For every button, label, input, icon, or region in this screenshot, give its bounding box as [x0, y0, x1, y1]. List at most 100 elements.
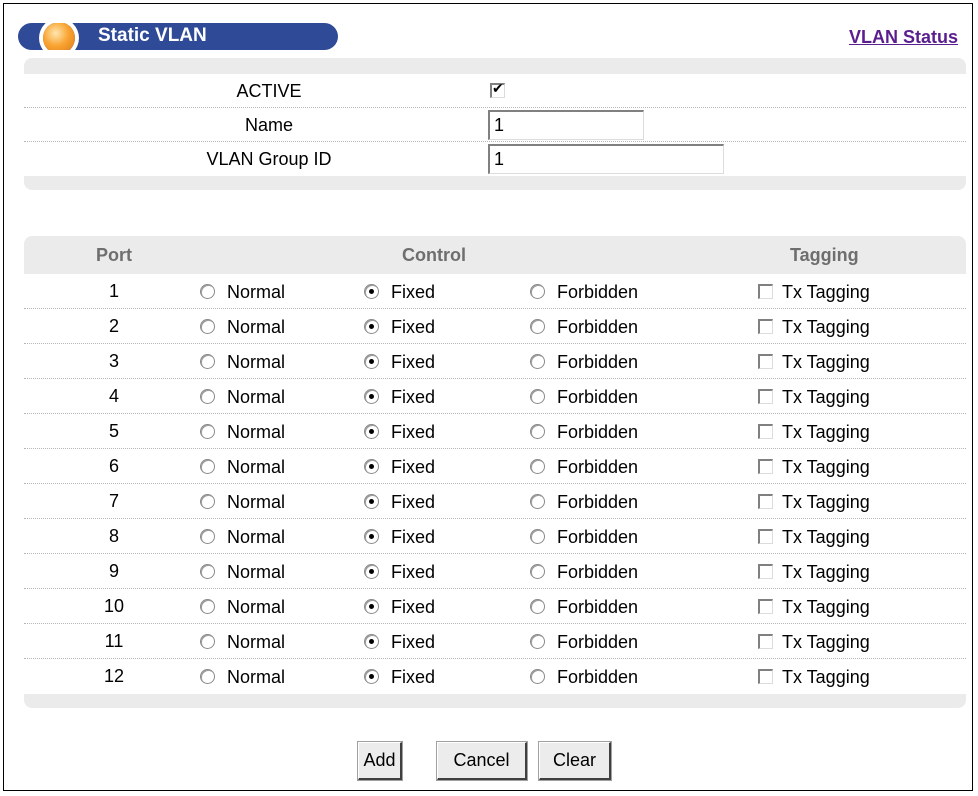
- control-option-fixed[interactable]: Fixed: [364, 352, 435, 373]
- control-option-fixed[interactable]: Fixed: [364, 282, 435, 303]
- radio-normal[interactable]: [200, 599, 215, 614]
- control-option-normal[interactable]: Normal: [200, 667, 285, 688]
- control-option-fixed[interactable]: Fixed: [364, 667, 435, 688]
- control-option-fixed[interactable]: Fixed: [364, 492, 435, 513]
- radio-forbidden[interactable]: [530, 459, 545, 474]
- radio-fixed[interactable]: [364, 319, 379, 334]
- tx-tagging-option[interactable]: Tx Tagging: [758, 597, 870, 618]
- control-option-normal[interactable]: Normal: [200, 632, 285, 653]
- radio-forbidden[interactable]: [530, 669, 545, 684]
- tx-tagging-option[interactable]: Tx Tagging: [758, 422, 870, 443]
- radio-normal[interactable]: [200, 669, 215, 684]
- tx-tagging-checkbox[interactable]: [758, 564, 773, 579]
- control-option-forbidden[interactable]: Forbidden: [530, 492, 638, 513]
- radio-fixed[interactable]: [364, 424, 379, 439]
- tx-tagging-checkbox[interactable]: [758, 634, 773, 649]
- radio-fixed[interactable]: [364, 389, 379, 404]
- tx-tagging-option[interactable]: Tx Tagging: [758, 492, 870, 513]
- tx-tagging-option[interactable]: Tx Tagging: [758, 317, 870, 338]
- control-option-normal[interactable]: Normal: [200, 352, 285, 373]
- radio-forbidden[interactable]: [530, 529, 545, 544]
- cancel-button[interactable]: Cancel: [436, 741, 528, 781]
- name-field[interactable]: [488, 110, 644, 140]
- tx-tagging-option[interactable]: Tx Tagging: [758, 387, 870, 408]
- radio-normal[interactable]: [200, 319, 215, 334]
- radio-normal[interactable]: [200, 494, 215, 509]
- control-option-forbidden[interactable]: Forbidden: [530, 282, 638, 303]
- radio-normal[interactable]: [200, 529, 215, 544]
- radio-fixed[interactable]: [364, 599, 379, 614]
- radio-fixed[interactable]: [364, 494, 379, 509]
- control-option-fixed[interactable]: Fixed: [364, 422, 435, 443]
- radio-fixed[interactable]: [364, 634, 379, 649]
- control-option-fixed[interactable]: Fixed: [364, 632, 435, 653]
- control-option-fixed[interactable]: Fixed: [364, 562, 435, 583]
- tx-tagging-option[interactable]: Tx Tagging: [758, 527, 870, 548]
- control-option-forbidden[interactable]: Forbidden: [530, 422, 638, 443]
- tx-tagging-checkbox[interactable]: [758, 354, 773, 369]
- vlan-status-link[interactable]: VLAN Status: [849, 27, 958, 48]
- control-option-normal[interactable]: Normal: [200, 597, 285, 618]
- radio-fixed[interactable]: [364, 459, 379, 474]
- control-option-forbidden[interactable]: Forbidden: [530, 387, 638, 408]
- radio-normal[interactable]: [200, 424, 215, 439]
- control-option-forbidden[interactable]: Forbidden: [530, 562, 638, 583]
- radio-forbidden[interactable]: [530, 494, 545, 509]
- control-option-forbidden[interactable]: Forbidden: [530, 597, 638, 618]
- radio-forbidden[interactable]: [530, 424, 545, 439]
- radio-forbidden[interactable]: [530, 284, 545, 299]
- control-option-normal[interactable]: Normal: [200, 387, 285, 408]
- radio-normal[interactable]: [200, 634, 215, 649]
- control-option-forbidden[interactable]: Forbidden: [530, 632, 638, 653]
- control-option-normal[interactable]: Normal: [200, 527, 285, 548]
- tx-tagging-checkbox[interactable]: [758, 424, 773, 439]
- control-option-forbidden[interactable]: Forbidden: [530, 317, 638, 338]
- control-option-normal[interactable]: Normal: [200, 282, 285, 303]
- tx-tagging-option[interactable]: Tx Tagging: [758, 562, 870, 583]
- radio-normal[interactable]: [200, 459, 215, 474]
- control-option-normal[interactable]: Normal: [200, 317, 285, 338]
- control-option-forbidden[interactable]: Forbidden: [530, 457, 638, 478]
- control-option-forbidden[interactable]: Forbidden: [530, 352, 638, 373]
- tx-tagging-checkbox[interactable]: [758, 284, 773, 299]
- radio-fixed[interactable]: [364, 354, 379, 369]
- control-option-fixed[interactable]: Fixed: [364, 457, 435, 478]
- control-option-forbidden[interactable]: Forbidden: [530, 527, 638, 548]
- radio-forbidden[interactable]: [530, 564, 545, 579]
- radio-fixed[interactable]: [364, 529, 379, 544]
- control-option-normal[interactable]: Normal: [200, 562, 285, 583]
- control-option-fixed[interactable]: Fixed: [364, 597, 435, 618]
- radio-normal[interactable]: [200, 564, 215, 579]
- radio-normal[interactable]: [200, 389, 215, 404]
- control-option-fixed[interactable]: Fixed: [364, 387, 435, 408]
- tx-tagging-checkbox[interactable]: [758, 319, 773, 334]
- group-id-field[interactable]: [488, 144, 724, 174]
- tx-tagging-checkbox[interactable]: [758, 494, 773, 509]
- radio-normal[interactable]: [200, 284, 215, 299]
- tx-tagging-checkbox[interactable]: [758, 459, 773, 474]
- tx-tagging-option[interactable]: Tx Tagging: [758, 282, 870, 303]
- radio-forbidden[interactable]: [530, 634, 545, 649]
- tx-tagging-option[interactable]: Tx Tagging: [758, 667, 870, 688]
- tx-tagging-checkbox[interactable]: [758, 669, 773, 684]
- radio-forbidden[interactable]: [530, 389, 545, 404]
- control-option-normal[interactable]: Normal: [200, 457, 285, 478]
- tx-tagging-checkbox[interactable]: [758, 529, 773, 544]
- radio-normal[interactable]: [200, 354, 215, 369]
- radio-forbidden[interactable]: [530, 319, 545, 334]
- radio-fixed[interactable]: [364, 669, 379, 684]
- tx-tagging-option[interactable]: Tx Tagging: [758, 632, 870, 653]
- control-option-forbidden[interactable]: Forbidden: [530, 667, 638, 688]
- radio-forbidden[interactable]: [530, 599, 545, 614]
- tx-tagging-checkbox[interactable]: [758, 599, 773, 614]
- control-option-fixed[interactable]: Fixed: [364, 527, 435, 548]
- clear-button[interactable]: Clear: [538, 741, 612, 781]
- add-button[interactable]: Add: [357, 741, 403, 781]
- radio-fixed[interactable]: [364, 284, 379, 299]
- tx-tagging-checkbox[interactable]: [758, 389, 773, 404]
- tx-tagging-option[interactable]: Tx Tagging: [758, 457, 870, 478]
- control-option-normal[interactable]: Normal: [200, 422, 285, 443]
- active-checkbox[interactable]: [490, 81, 505, 98]
- radio-forbidden[interactable]: [530, 354, 545, 369]
- tx-tagging-option[interactable]: Tx Tagging: [758, 352, 870, 373]
